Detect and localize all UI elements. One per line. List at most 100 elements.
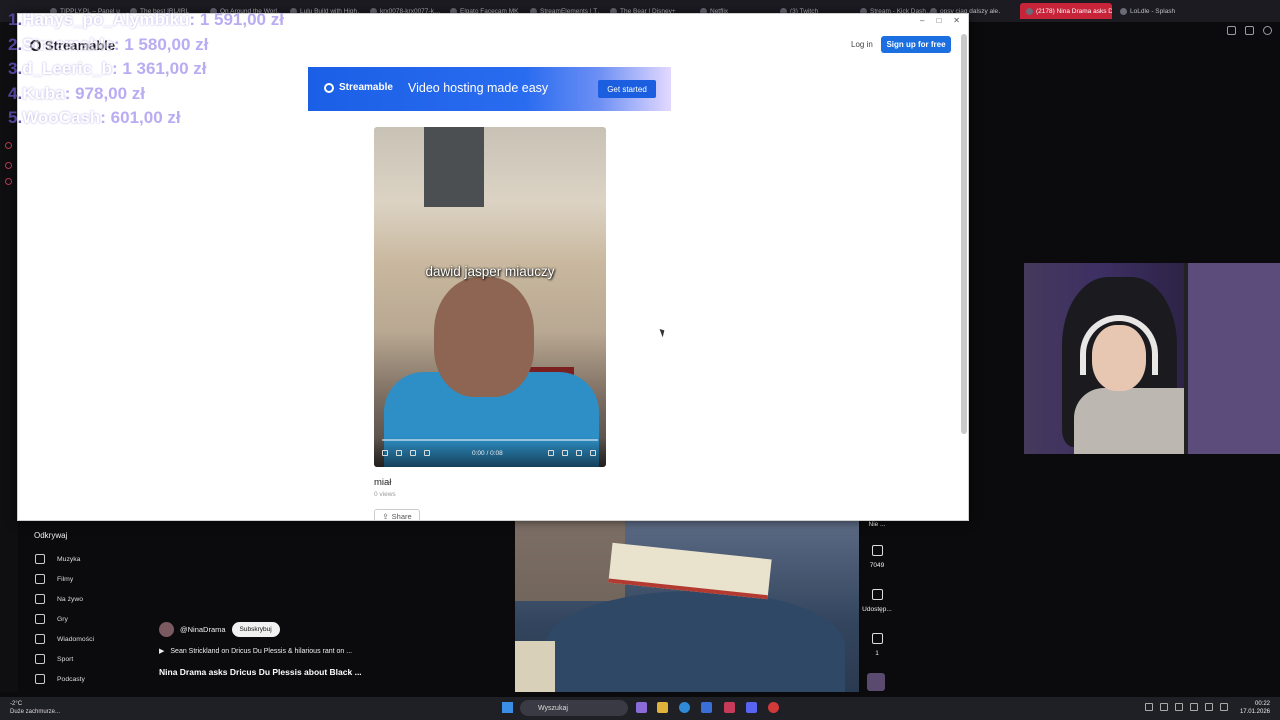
mouse-cursor-icon <box>659 327 667 338</box>
scrollbar[interactable] <box>961 34 967 434</box>
start-button[interactable] <box>502 702 513 713</box>
forward-icon[interactable] <box>410 450 416 456</box>
video-time: 0:00 / 0:08 <box>472 450 503 457</box>
sound-avatar[interactable] <box>867 673 885 691</box>
sidebar-item-label: Filmy <box>57 575 74 583</box>
sidebar-item[interactable]: Muzyka <box>24 549 174 569</box>
channel-handle[interactable]: @NinaDrama <box>180 625 226 634</box>
separator: : <box>100 108 111 127</box>
tray-icon[interactable] <box>1190 703 1198 711</box>
subscribe-button[interactable]: Subskrybuj <box>231 622 280 637</box>
video-views: 0 views <box>374 491 396 498</box>
promo-banner[interactable]: Streamable Video hosting made easy Get s… <box>308 67 671 111</box>
weather-widget[interactable]: -2°C Duże zachmurze... <box>10 700 60 716</box>
video-frame <box>424 127 484 207</box>
discord-icon[interactable] <box>746 702 757 713</box>
sidebar-item-label: Muzyka <box>57 555 81 563</box>
settings-icon[interactable] <box>548 450 554 456</box>
chevron-up-icon[interactable] <box>1145 703 1153 711</box>
clock[interactable]: 00:22 17.01.2026 <box>1240 700 1270 716</box>
side-icon[interactable] <box>5 142 12 149</box>
next-video-link[interactable]: ▶ Sean Strickland on Dricus Du Plessis &… <box>159 647 352 656</box>
action-button[interactable]: Udostęp... <box>860 589 894 613</box>
action-button[interactable]: Nie ... <box>860 521 894 528</box>
sidebar-section-title: Odkrywaj <box>34 531 68 540</box>
taskbar-search[interactable]: Wyszukaj <box>520 700 628 716</box>
film-icon <box>35 574 45 584</box>
donation-amount: 601,00 zł <box>110 108 181 127</box>
sidebar-item[interactable]: Sport <box>24 649 174 669</box>
wifi-icon[interactable] <box>1205 703 1213 711</box>
donor-name: WooCash <box>22 108 101 127</box>
video-frame <box>515 641 555 692</box>
system-tray <box>1145 703 1228 711</box>
upload-icon[interactable] <box>1227 25 1236 35</box>
donation-leaderboard: 1.Hanys_po_Alymbiku: 1 591,00 zł 2.Stream… <box>8 8 284 131</box>
sidebar-item[interactable]: Podcasty <box>24 669 174 689</box>
action-button[interactable]: 1 <box>860 633 894 657</box>
share-button[interactable]: ⇪ Share <box>374 509 420 521</box>
channel-row: @NinaDrama Subskrybuj <box>159 622 280 637</box>
action-button[interactable]: 7049 <box>860 545 894 569</box>
donation-row: 3.d_Leeric_b: 1 361,00 zł <box>8 57 284 82</box>
minimize-icon[interactable]: – <box>920 16 924 25</box>
live-icon <box>35 594 45 604</box>
volume-icon[interactable] <box>424 450 430 456</box>
file-explorer-icon[interactable] <box>657 702 668 713</box>
trophy-icon <box>35 654 45 664</box>
profile-avatar-icon[interactable] <box>1263 25 1272 35</box>
video-player[interactable]: dawid jasper miauczy 0:00 / 0:08 <box>374 127 606 467</box>
maximize-icon[interactable]: □ <box>936 16 941 25</box>
banner-text: Video hosting made easy <box>408 81 549 95</box>
donor-name: d_Leeric_b <box>22 59 112 78</box>
youtube-sidebar: Odkrywaj Muzyka Filmy Na żywo Gry Wiadomości… <box>24 528 174 689</box>
store-icon[interactable] <box>701 702 712 713</box>
video-progress-bar[interactable] <box>382 439 598 441</box>
donation-rank: 2. <box>8 34 23 54</box>
pause-icon[interactable] <box>382 450 388 456</box>
short-title[interactable]: Nina Drama asks Dricus Du Plessis about … <box>159 667 362 677</box>
podcast-icon <box>35 674 45 684</box>
sidebar-item-label: Sport <box>57 655 74 663</box>
notifications-icon[interactable] <box>1245 25 1254 35</box>
tray-icon[interactable] <box>1160 703 1168 711</box>
action-label: Nie ... <box>868 521 886 528</box>
donation-amount: 1 591,00 zł <box>199 10 284 29</box>
sidebar-item[interactable]: Gry <box>24 609 174 629</box>
side-icon[interactable] <box>5 178 12 185</box>
sidebar-item[interactable]: Na żywo <box>24 589 174 609</box>
donation-row: 1.Hanys_po_Alymbiku: 1 591,00 zł <box>8 8 284 33</box>
get-started-button[interactable]: Get started <box>598 80 656 98</box>
donation-row: 4.Kuba: 978,00 zł <box>8 82 284 107</box>
close-icon[interactable]: ✕ <box>953 16 960 25</box>
rewind-icon[interactable] <box>396 450 402 456</box>
remix-icon <box>871 633 883 644</box>
app-icon[interactable] <box>724 702 735 713</box>
separator: : <box>64 83 76 103</box>
short-video-player[interactable] <box>515 521 859 692</box>
video-frame <box>608 542 772 600</box>
more-icon[interactable] <box>590 450 596 456</box>
video-frame <box>434 277 534 397</box>
sidebar-item[interactable]: Filmy <box>24 569 174 589</box>
fullscreen-icon[interactable] <box>576 450 582 456</box>
copilot-icon[interactable] <box>636 702 647 713</box>
channel-avatar[interactable] <box>159 622 174 637</box>
edge-icon[interactable] <box>679 702 690 713</box>
gamepad-icon <box>35 614 45 624</box>
share-icon: ⇪ <box>382 511 389 521</box>
signup-button[interactable]: Sign up for free <box>881 36 951 53</box>
favicon-icon <box>1120 7 1127 15</box>
volume-icon[interactable] <box>1220 703 1228 711</box>
browser-tab[interactable]: LoLdle - Splash <box>1120 4 1190 18</box>
browser-tab[interactable]: (2178) Nina Drama asks D… <box>1020 3 1112 19</box>
tray-icon[interactable] <box>1175 703 1183 711</box>
sidebar-item[interactable]: Wiadomości <box>24 629 174 649</box>
login-link[interactable]: Log in <box>851 40 873 49</box>
side-icon[interactable] <box>5 162 12 169</box>
theater-icon[interactable] <box>562 450 568 456</box>
donation-rank: 5. <box>8 108 23 127</box>
video-frame <box>545 591 845 692</box>
opera-icon[interactable] <box>768 702 779 713</box>
webcam-overlay <box>1024 263 1280 454</box>
